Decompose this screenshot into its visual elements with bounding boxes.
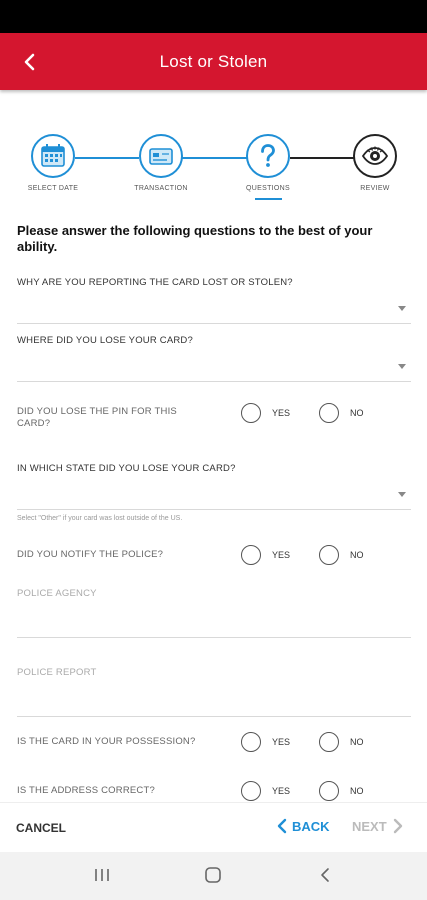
chevron-left-icon [277,818,287,834]
police-agency-input[interactable]: POLICE AGENCY [17,588,97,599]
next-button-label: NEXT [352,818,387,834]
chevron-down-icon [398,364,406,369]
app-bar: Lost or Stolen [0,33,427,90]
radio-label: NO [350,550,364,560]
possession-no-radio[interactable] [319,732,339,752]
police-no-radio[interactable] [319,545,339,565]
radio-label: YES [272,786,291,796]
chevron-right-icon [393,818,402,834]
status-bar [0,0,427,33]
radio-label: YES [272,550,291,560]
step-review[interactable] [353,134,397,178]
radio-label: YES [272,408,291,418]
active-step-indicator [255,198,282,200]
step-transaction[interactable] [139,134,183,178]
instructions-text: Please answer the following questions to… [17,223,373,254]
system-back-icon[interactable] [316,866,334,889]
cancel-button[interactable]: CANCEL [16,821,66,835]
step-label: QUESTIONS [246,185,290,192]
step-questions[interactable] [246,134,290,178]
stepper-connector [182,157,248,159]
pin-yes-radio[interactable] [241,403,261,423]
police-report-input[interactable]: POLICE REPORT [17,667,97,678]
recent-apps-icon[interactable] [93,866,111,889]
question-label: WHERE DID YOU LOSE YOUR CARD? [17,335,193,346]
helper-text: Select "Other" if your card was lost out… [17,515,183,522]
step-label: REVIEW [360,185,390,192]
address-yes-radio[interactable] [241,781,261,801]
police-yes-radio[interactable] [241,545,261,565]
question-label: IS THE CARD IN YOUR POSSESSION? [17,736,196,747]
state-dropdown[interactable] [17,483,411,510]
calendar-icon [41,144,65,167]
stepper-connector [290,157,354,159]
radio-label: NO [350,786,364,796]
chevron-down-icon [398,306,406,311]
question-label: DID YOU NOTIFY THE POLICE? [17,549,164,560]
location-dropdown[interactable] [17,355,411,382]
radio-label: NO [350,408,364,418]
input-underline [17,716,411,717]
system-nav-bar [0,852,427,900]
input-underline [17,637,411,638]
card-icon [149,148,173,165]
progress-stepper: SELECT DATE TRANSACTION QUESTIONS REVIEW [0,130,427,210]
question-label: WHY ARE YOU REPORTING THE CARD LOST OR S… [17,277,293,288]
step-label: SELECT DATE [27,185,79,192]
question-label: IS THE ADDRESS CORRECT? [17,785,155,796]
page-title: Lost or Stolen [159,51,268,71]
home-icon[interactable] [204,866,222,889]
address-no-radio[interactable] [319,781,339,801]
chevron-down-icon [398,492,406,497]
back-arrow-icon[interactable] [14,47,44,77]
eye-icon [361,146,389,165]
back-button-label: BACK [292,818,330,834]
step-select-date[interactable] [31,134,75,178]
stepper-connector [75,157,139,159]
question-icon [261,144,275,167]
possession-yes-radio[interactable] [241,732,261,752]
radio-label: NO [350,737,364,747]
radio-label: YES [272,737,291,747]
next-button[interactable]: NEXT [352,818,404,834]
pin-no-radio[interactable] [319,403,339,423]
reason-dropdown[interactable] [17,297,411,324]
bottom-action-bar: CANCEL BACK NEXT [0,802,427,853]
question-label: DID YOU LOSE THE PIN FOR THIS CARD? [17,406,177,429]
question-label: IN WHICH STATE DID YOU LOSE YOUR CARD? [17,463,236,474]
step-label: TRANSACTION [134,185,188,192]
back-button[interactable]: BACK [276,818,330,834]
